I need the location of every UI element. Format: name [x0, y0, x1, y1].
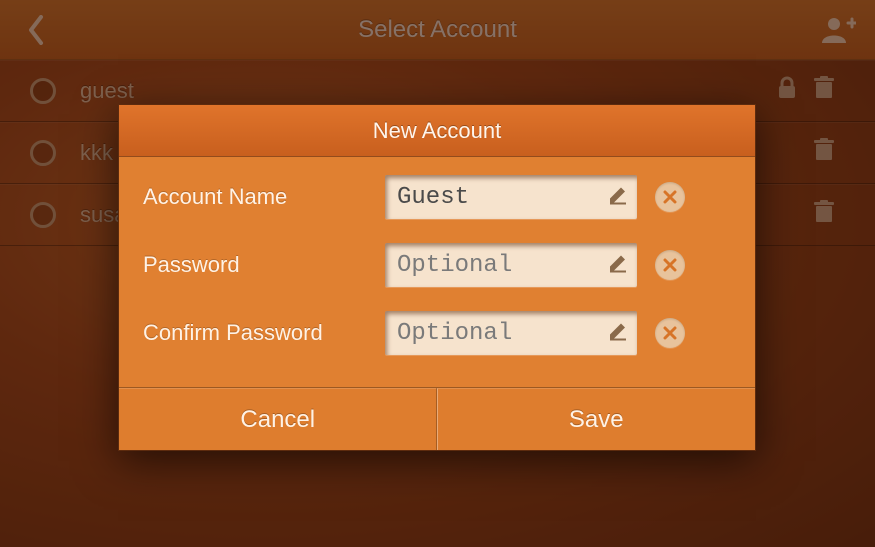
password-label: Password	[143, 252, 385, 278]
clear-account-name-button[interactable]	[655, 182, 685, 212]
close-icon	[663, 326, 677, 340]
input-wrap	[385, 243, 637, 287]
clear-confirm-password-button[interactable]	[655, 318, 685, 348]
edit-icon	[607, 320, 629, 347]
dialog-body: Account Name Password	[119, 157, 755, 388]
account-name-input[interactable]	[385, 175, 637, 219]
edit-icon	[607, 184, 629, 211]
save-button[interactable]: Save	[437, 388, 756, 450]
account-name-label: Account Name	[143, 184, 385, 210]
close-icon	[663, 258, 677, 272]
confirm-password-label: Confirm Password	[143, 320, 385, 346]
dialog-title: New Account	[119, 105, 755, 157]
new-account-dialog: New Account Account Name Password	[118, 104, 756, 451]
cancel-button[interactable]: Cancel	[119, 388, 437, 450]
clear-password-button[interactable]	[655, 250, 685, 280]
edit-icon	[607, 252, 629, 279]
account-name-field: Account Name	[143, 175, 731, 219]
password-input[interactable]	[385, 243, 637, 287]
input-wrap	[385, 311, 637, 355]
input-wrap	[385, 175, 637, 219]
confirm-password-field: Confirm Password	[143, 311, 731, 355]
confirm-password-input[interactable]	[385, 311, 637, 355]
close-icon	[663, 190, 677, 204]
dialog-footer: Cancel Save	[119, 388, 755, 450]
password-field: Password	[143, 243, 731, 287]
